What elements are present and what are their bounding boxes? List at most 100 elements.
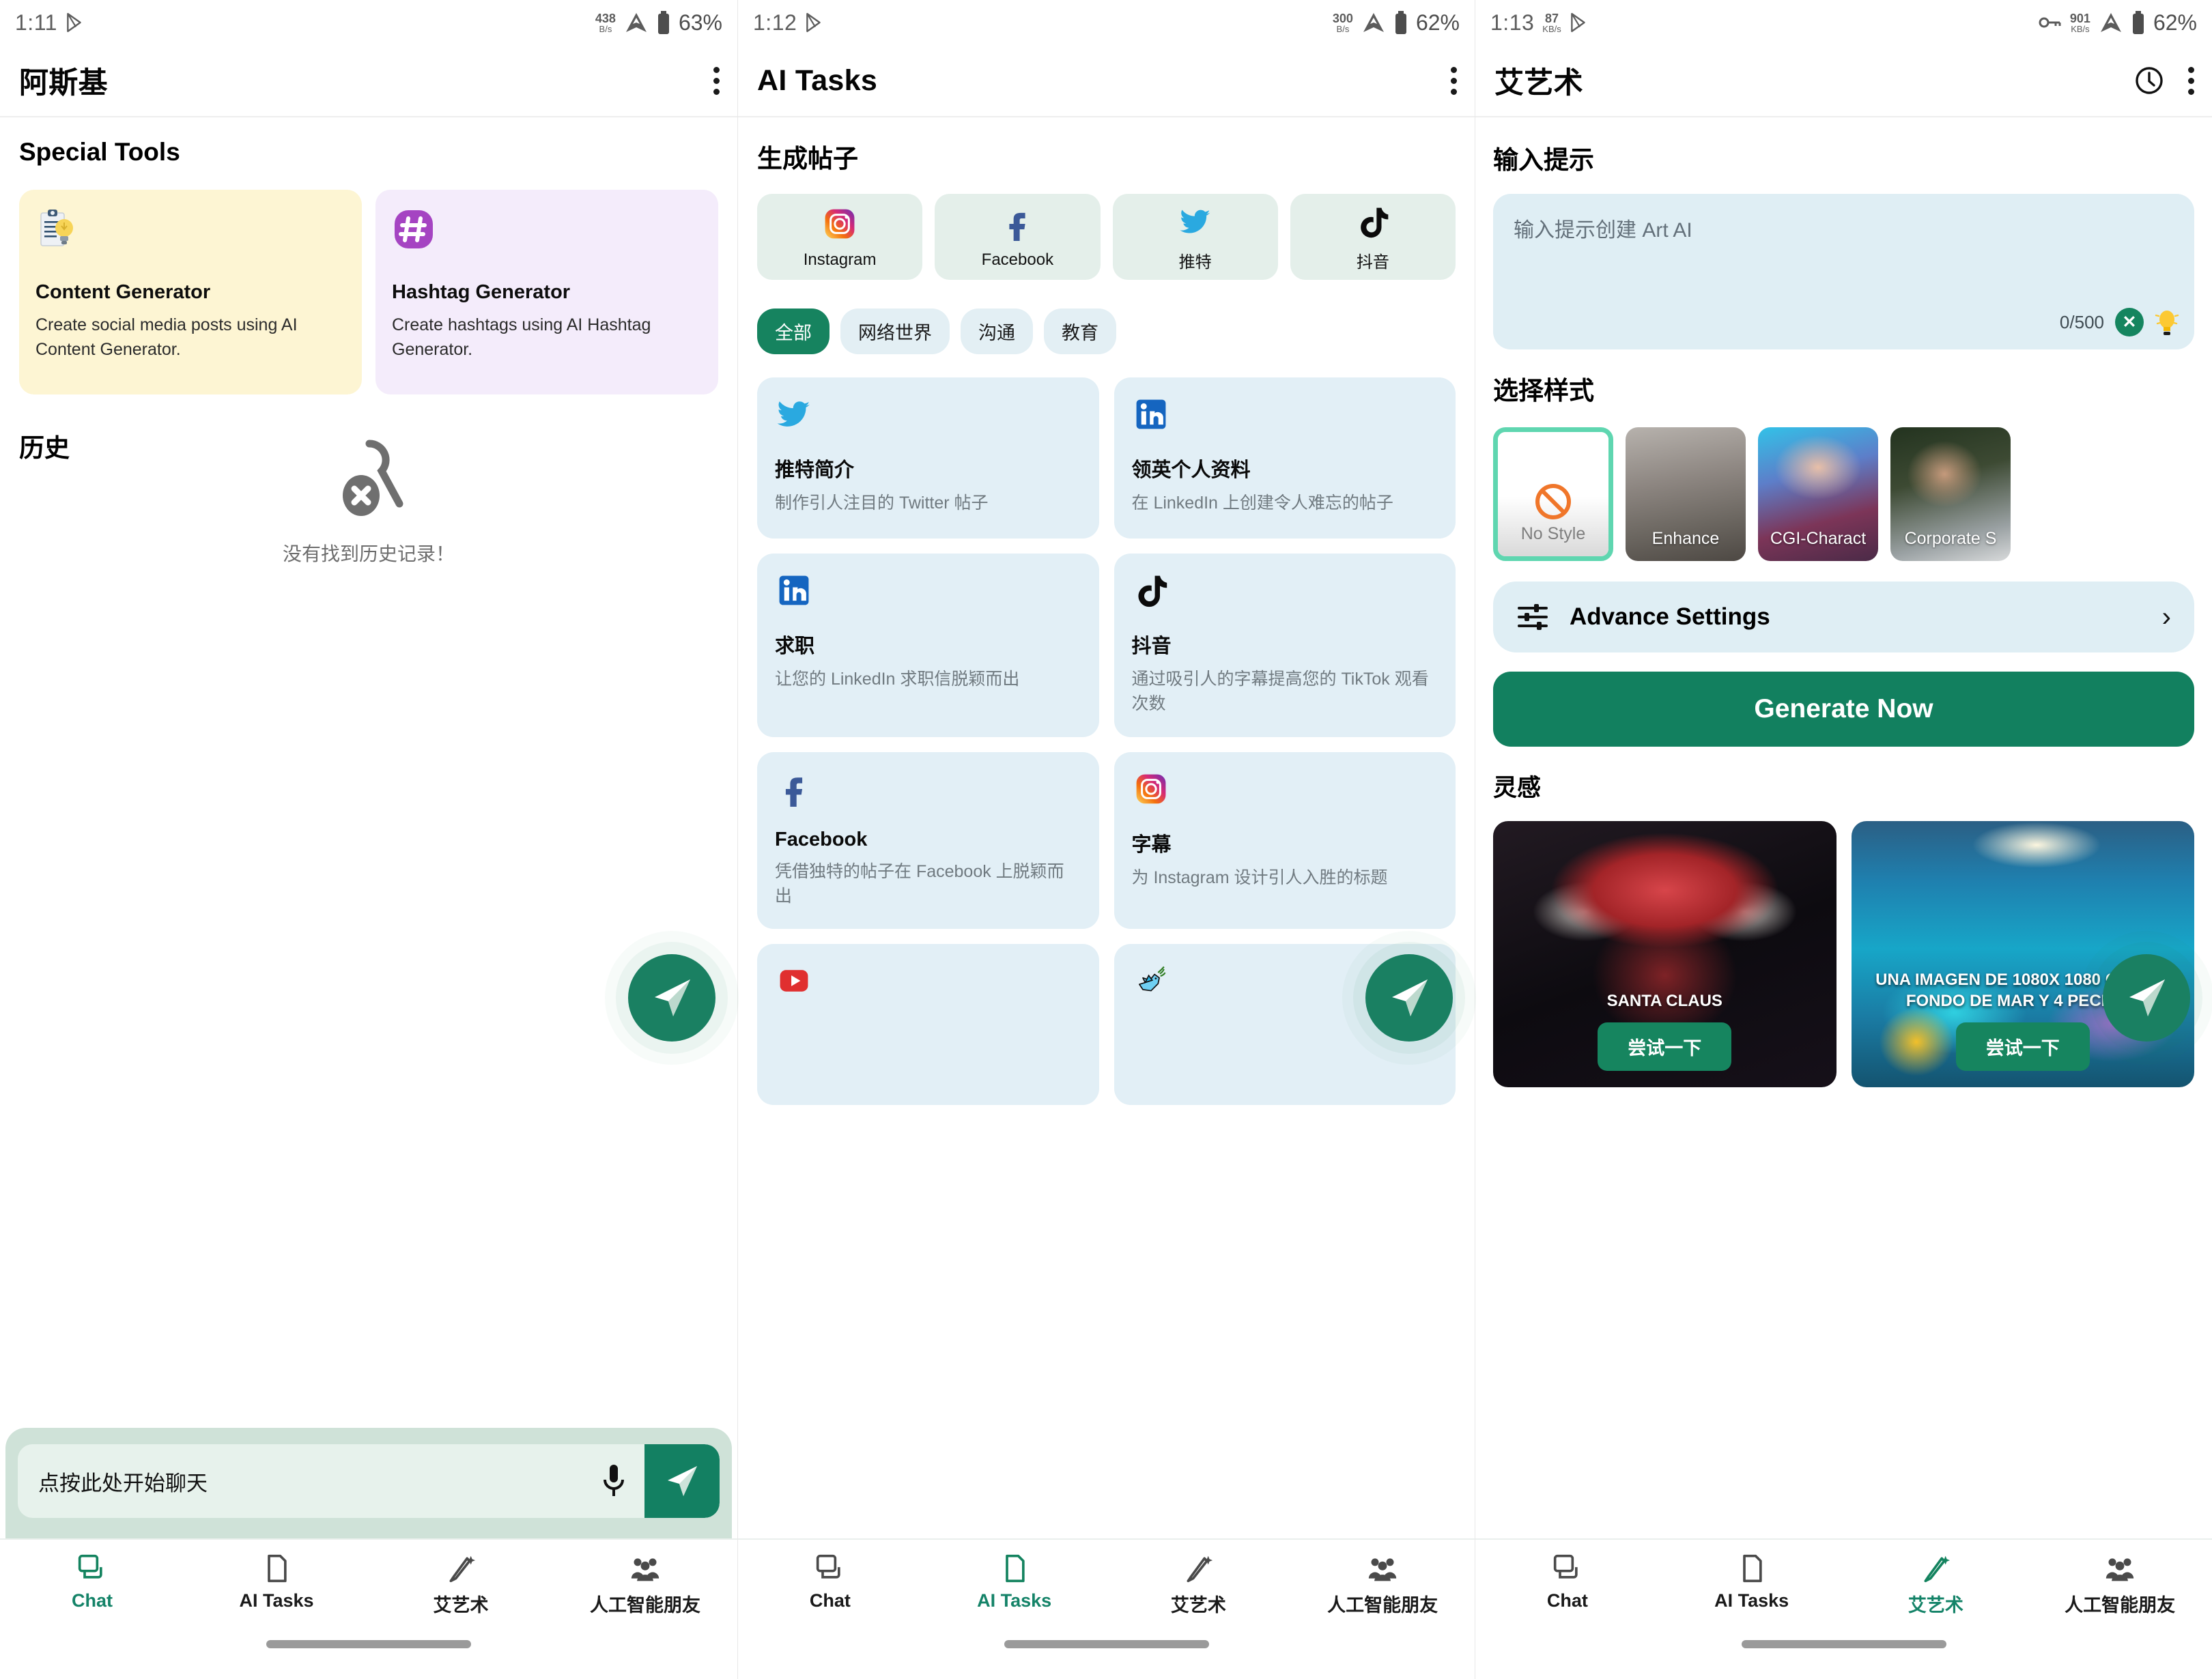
nav-item-chat[interactable]: Chat	[738, 1552, 922, 1617]
instagram-icon	[820, 204, 860, 244]
play-store-icon	[805, 12, 823, 33]
nav-label: AI Tasks	[977, 1590, 1052, 1611]
special-tools-row: Content Generator Create social media po…	[19, 190, 718, 394]
floating-send-button[interactable]	[2103, 954, 2190, 1042]
chat-input-container[interactable]: 点按此处开始聊天	[18, 1444, 720, 1518]
clear-icon[interactable]: ✕	[2115, 308, 2144, 336]
tool-name: Content Generator	[36, 281, 211, 303]
overflow-menu-icon[interactable]	[713, 66, 720, 95]
nav-item-chat[interactable]: Chat	[0, 1552, 184, 1617]
page-title: AI Tasks	[757, 63, 878, 97]
prompt-title: 输入提示	[1493, 146, 1594, 174]
task-card-name: 领英个人资料	[1131, 459, 1251, 481]
status-bar-left: 1:13 87 KB/s	[1490, 10, 1587, 35]
nav-item-ai-art[interactable]: 艾艺术	[1844, 1552, 2028, 1617]
network-speed: 901 KB/s	[2069, 11, 2090, 34]
microphone-icon[interactable]	[598, 1462, 629, 1500]
style-selector: No Style Enhance CGI-Charact Corporate S	[1493, 427, 2194, 561]
bottom-nav-items: Chat AI Tasks 艾艺术 人工智能朋友	[738, 1552, 1475, 1617]
chip-communication[interactable]: 沟通	[961, 308, 1033, 354]
document-icon	[998, 1552, 1031, 1585]
task-card[interactable]: 字幕 为 Instagram 设计引人入胜的标题	[1114, 751, 1456, 929]
idea-bulb-icon[interactable]	[2155, 307, 2179, 337]
no-results-icon	[331, 438, 406, 520]
tool-card-hashtag-generator[interactable]: Hashtag Generator Create hashtags using …	[375, 190, 718, 394]
send-button[interactable]	[644, 1444, 720, 1518]
chevron-right-icon: ›	[2161, 602, 2171, 632]
platform-label: Instagram	[803, 250, 877, 269]
task-card[interactable]	[757, 944, 1099, 1105]
tool-card-content-generator[interactable]: Content Generator Create social media po…	[19, 190, 362, 394]
task-card-name: 推特简介	[775, 459, 855, 481]
prompt-input[interactable]: 输入提示创建 Art AI	[1514, 213, 2174, 243]
nav-item-ai-tasks[interactable]: AI Tasks	[184, 1552, 369, 1617]
special-tools-section: Special Tools Content Generator Create s…	[0, 117, 737, 464]
battery-icon	[2131, 11, 2145, 34]
styles-title: 选择样式	[1493, 377, 1594, 405]
style-card-no-style[interactable]: No Style	[1493, 427, 1613, 561]
overflow-menu-icon[interactable]	[1450, 66, 1457, 95]
advance-settings-button[interactable]: Advance Settings ›	[1493, 582, 2194, 652]
app-bar: 艾艺术	[1475, 45, 2212, 117]
inspiration-caption: SANTA CLAUS	[1606, 991, 1722, 1010]
battery-percent: 62%	[1415, 10, 1460, 35]
nav-item-ai-tasks[interactable]: AI Tasks	[1660, 1552, 1844, 1617]
style-card-enhance[interactable]: Enhance	[1626, 427, 1746, 561]
nav-item-ai-friends[interactable]: 人工智能朋友	[553, 1552, 737, 1617]
status-time: 1:12	[753, 10, 797, 35]
nav-item-ai-friends[interactable]: 人工智能朋友	[1290, 1552, 1475, 1617]
tiktok-icon	[1132, 571, 1170, 609]
nav-item-ai-art[interactable]: 艾艺术	[1107, 1552, 1291, 1617]
platform-facebook[interactable]: Facebook	[935, 194, 1101, 280]
tool-name: Hashtag Generator	[392, 281, 571, 303]
task-card[interactable]: 抖音 通过吸引人的字幕提高您的 TikTok 观看次数	[1114, 554, 1456, 737]
task-card[interactable]: Facebook 凭借独特的帖子在 Facebook 上脱颖而出	[757, 751, 1099, 929]
try-button[interactable]: 尝试一下	[1955, 1022, 2090, 1071]
chat-input[interactable]: 点按此处开始聊天	[18, 1466, 598, 1497]
app-bar-actions	[2134, 66, 2194, 96]
task-card-name: 求职	[775, 635, 815, 657]
sliders-icon	[1516, 601, 1549, 633]
task-card-desc: 制作引人注目的 Twitter 帖子	[775, 493, 989, 513]
nav-item-ai-tasks[interactable]: AI Tasks	[922, 1552, 1107, 1617]
generate-now-button[interactable]: Generate Now	[1493, 672, 2194, 747]
platform-twitter[interactable]: 推特	[1112, 194, 1278, 280]
screen2-body: 生成帖子 Instagram Facebook 推特 抖音 全部 网络世界 沟通…	[738, 117, 1475, 1538]
people-icon	[2103, 1552, 2136, 1585]
inspiration-card-santa[interactable]: SANTA CLAUS 尝试一下	[1493, 821, 1837, 1087]
platform-tiktok[interactable]: 抖音	[1290, 194, 1456, 280]
inspiration-title: 灵感	[1493, 775, 1542, 801]
magic-pen-icon	[1182, 1552, 1215, 1585]
chip-education[interactable]: 教育	[1044, 308, 1116, 354]
task-card[interactable]: 领英个人资料 在 LinkedIn 上创建令人难忘的帖子	[1114, 377, 1456, 539]
platform-label: 推特	[1178, 253, 1212, 272]
facebook-icon	[775, 770, 813, 808]
nav-item-ai-art[interactable]: 艾艺术	[369, 1552, 553, 1617]
nav-label: 人工智能朋友	[590, 1595, 700, 1616]
nav-item-chat[interactable]: Chat	[1475, 1552, 1660, 1617]
task-card-desc: 让您的 LinkedIn 求职信脱颖而出	[775, 670, 1020, 689]
try-button[interactable]: 尝试一下	[1598, 1022, 1732, 1071]
floating-send-button[interactable]	[628, 954, 715, 1042]
task-card[interactable]: 求职 让您的 LinkedIn 求职信脱颖而出	[757, 554, 1099, 737]
chip-web[interactable]: 网络世界	[840, 308, 950, 354]
prompt-input-container[interactable]: 输入提示创建 Art AI 0/500 ✕	[1493, 194, 2194, 349]
chip-all[interactable]: 全部	[757, 308, 830, 354]
special-tools-title: Special Tools	[19, 138, 180, 166]
style-card-cgi-character[interactable]: CGI-Charact	[1758, 427, 1878, 561]
status-bar-left: 1:11	[15, 10, 83, 35]
battery-percent: 62%	[2153, 10, 2197, 35]
facebook-icon	[997, 204, 1037, 244]
generate-post-title: 生成帖子	[757, 145, 858, 173]
platform-label: Facebook	[981, 250, 1054, 269]
task-card[interactable]: 推特简介 制作引人注目的 Twitter 帖子	[757, 377, 1099, 539]
floating-send-button[interactable]	[1365, 954, 1453, 1042]
network-speed: 300 B/s	[1332, 11, 1353, 34]
overflow-menu-icon[interactable]	[2187, 66, 2194, 95]
style-card-corporate[interactable]: Corporate S	[1890, 427, 2011, 561]
chat-icon	[76, 1552, 109, 1585]
platform-instagram[interactable]: Instagram	[757, 194, 923, 280]
nav-label: 艾艺术	[1170, 1595, 1226, 1616]
nav-item-ai-friends[interactable]: 人工智能朋友	[2028, 1552, 2212, 1617]
history-clock-icon[interactable]	[2134, 66, 2164, 96]
